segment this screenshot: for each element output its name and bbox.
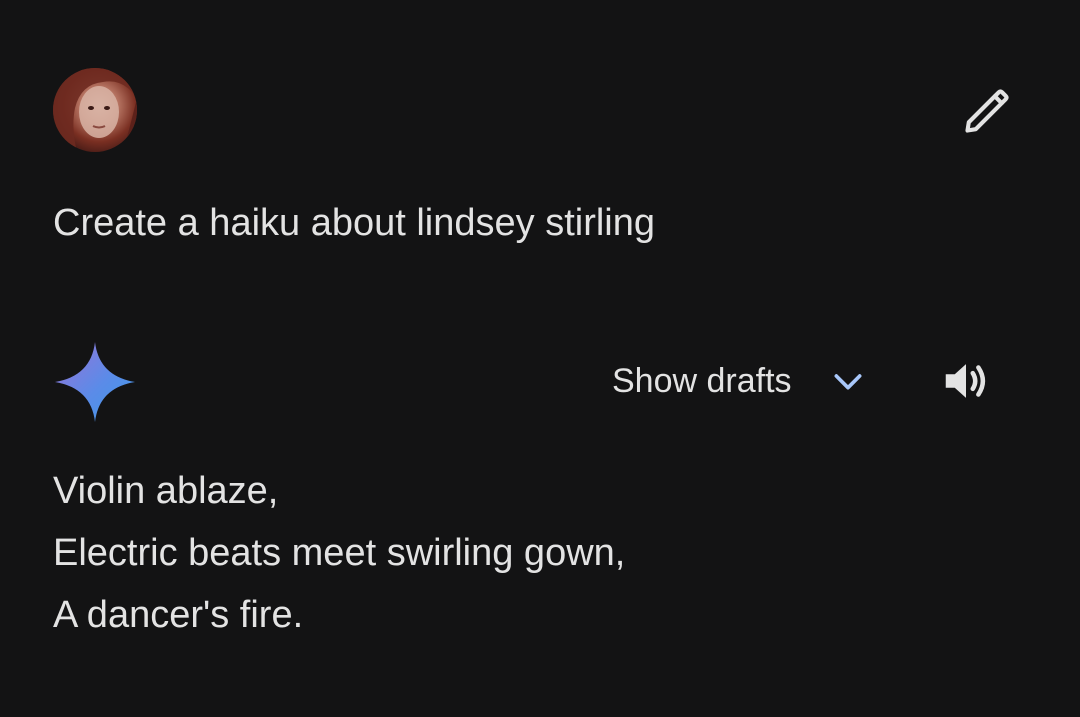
show-drafts-label: Show drafts — [612, 361, 792, 400]
show-drafts-button[interactable]: Show drafts — [612, 352, 868, 410]
edit-prompt-button[interactable] — [958, 82, 1016, 140]
response-line: A dancer's fire. — [53, 594, 304, 636]
response-line: Electric beats meet swirling gown, — [53, 532, 626, 574]
user-prompt-text: Create a haiku about lindsey stirling — [53, 202, 656, 244]
user-avatar — [53, 68, 137, 152]
chat-page: Create a haiku about lindsey stirling Sh… — [0, 0, 1080, 717]
gemini-sparkle-icon — [53, 340, 137, 424]
avatar-photo-icon — [53, 68, 137, 152]
speaker-icon — [945, 364, 986, 398]
assistant-response: Violin ablaze, Electric beats meet swirl… — [53, 460, 625, 646]
read-aloud-button[interactable] — [936, 352, 996, 410]
response-line: Violin ablaze, — [53, 470, 279, 512]
pencil-icon — [965, 89, 1009, 133]
chevron-down-icon — [828, 361, 868, 401]
